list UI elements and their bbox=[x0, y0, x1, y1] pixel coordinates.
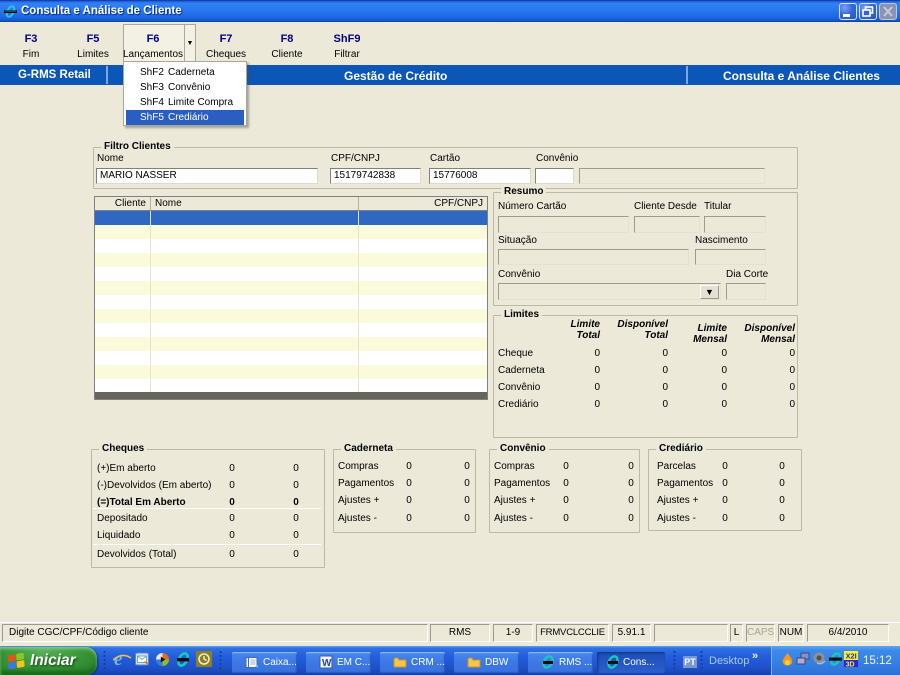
svg-text:W: W bbox=[322, 658, 332, 669]
svg-text:3D: 3D bbox=[846, 661, 855, 667]
svg-text:X2I: X2I bbox=[846, 651, 857, 660]
